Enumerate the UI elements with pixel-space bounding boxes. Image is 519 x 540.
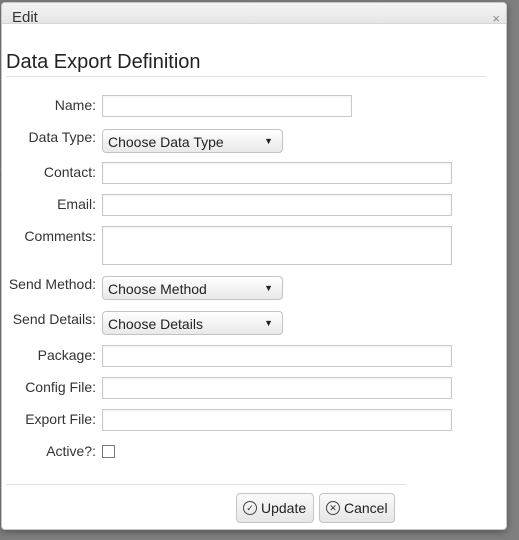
- check-circle-icon: ✓: [243, 501, 257, 515]
- package-input[interactable]: [102, 345, 452, 367]
- x-circle-icon: ✕: [326, 501, 340, 515]
- name-input[interactable]: [102, 95, 352, 117]
- update-button[interactable]: ✓ Update: [236, 493, 314, 523]
- email-label: Email:: [57, 196, 96, 212]
- data-type-selected: Choose Data Type: [108, 134, 224, 150]
- data-type-label: Data Type:: [28, 129, 96, 145]
- email-input[interactable]: [102, 194, 452, 216]
- cancel-button[interactable]: ✕ Cancel: [319, 493, 395, 523]
- active-label: Active?:: [46, 443, 96, 459]
- config-file-input[interactable]: [102, 377, 452, 399]
- send-details-select[interactable]: Choose Details ▼: [102, 311, 283, 335]
- chevron-down-icon: ▼: [264, 283, 273, 293]
- config-file-label: Config File:: [25, 379, 96, 395]
- comments-label: Comments:: [24, 228, 96, 244]
- close-icon[interactable]: ×: [492, 12, 500, 25]
- dialog-title: Edit: [12, 9, 38, 26]
- contact-label: Contact:: [43, 164, 96, 180]
- update-button-label: Update: [261, 500, 307, 516]
- cancel-button-label: Cancel: [344, 500, 388, 516]
- divider: [6, 76, 486, 77]
- edit-dialog: Edit × Data Export Definition Name: Data…: [1, 2, 507, 530]
- send-method-label: Send Method:: [8, 276, 96, 292]
- footer-divider: [6, 484, 406, 485]
- data-type-select[interactable]: Choose Data Type ▼: [102, 129, 283, 153]
- chevron-down-icon: ▼: [264, 318, 273, 328]
- name-label: Name:: [54, 97, 96, 113]
- export-file-input[interactable]: [102, 409, 452, 431]
- comments-textarea[interactable]: [102, 226, 452, 265]
- chevron-down-icon: ▼: [264, 136, 273, 146]
- active-checkbox[interactable]: [102, 445, 115, 458]
- send-method-select[interactable]: Choose Method ▼: [102, 276, 283, 300]
- package-label: Package:: [37, 347, 96, 363]
- dialog-titlebar: Edit ×: [2, 3, 506, 26]
- export-file-label: Export File:: [25, 411, 96, 427]
- send-method-selected: Choose Method: [108, 281, 207, 297]
- send-details-selected: Choose Details: [108, 316, 203, 332]
- send-details-label: Send Details:: [12, 311, 96, 327]
- contact-input[interactable]: [102, 162, 452, 184]
- page-title: Data Export Definition: [6, 51, 201, 73]
